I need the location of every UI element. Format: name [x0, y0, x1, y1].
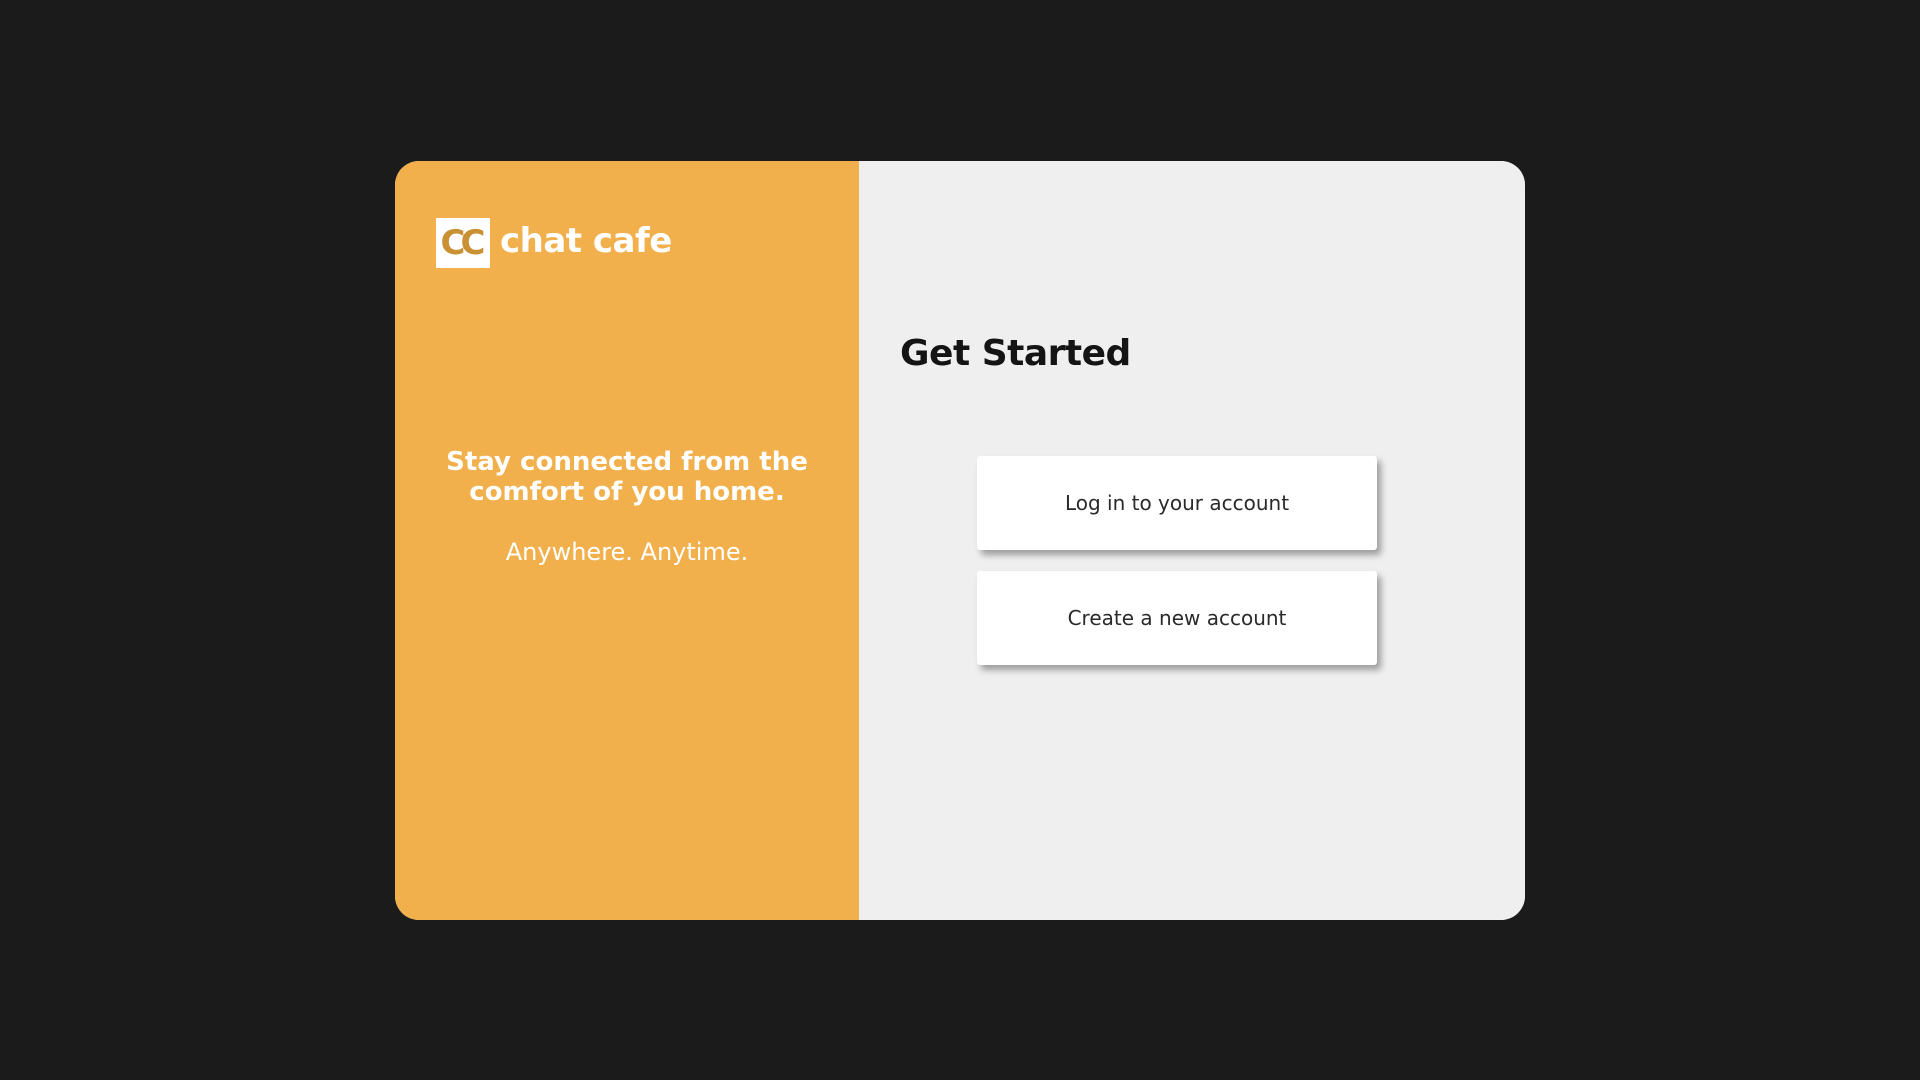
logo-icon: CC	[436, 218, 490, 268]
create-account-button[interactable]: Create a new account	[977, 571, 1377, 665]
page-title: Get Started	[900, 333, 1131, 374]
actions-panel: Get Started Log in to your account Creat…	[859, 161, 1525, 920]
brand-panel: CC chat cafe Stay connected from the com…	[395, 161, 859, 920]
brand-name: chat cafe	[500, 221, 672, 261]
brand-header: CC chat cafe	[436, 218, 672, 268]
login-button[interactable]: Log in to your account	[977, 456, 1377, 550]
tagline: Stay connected from the comfort of you h…	[446, 447, 808, 507]
get-started-card: CC chat cafe Stay connected from the com…	[395, 161, 1525, 920]
tagline-block: Stay connected from the comfort of you h…	[395, 447, 859, 567]
subtagline: Anywhere. Anytime.	[505, 538, 749, 566]
